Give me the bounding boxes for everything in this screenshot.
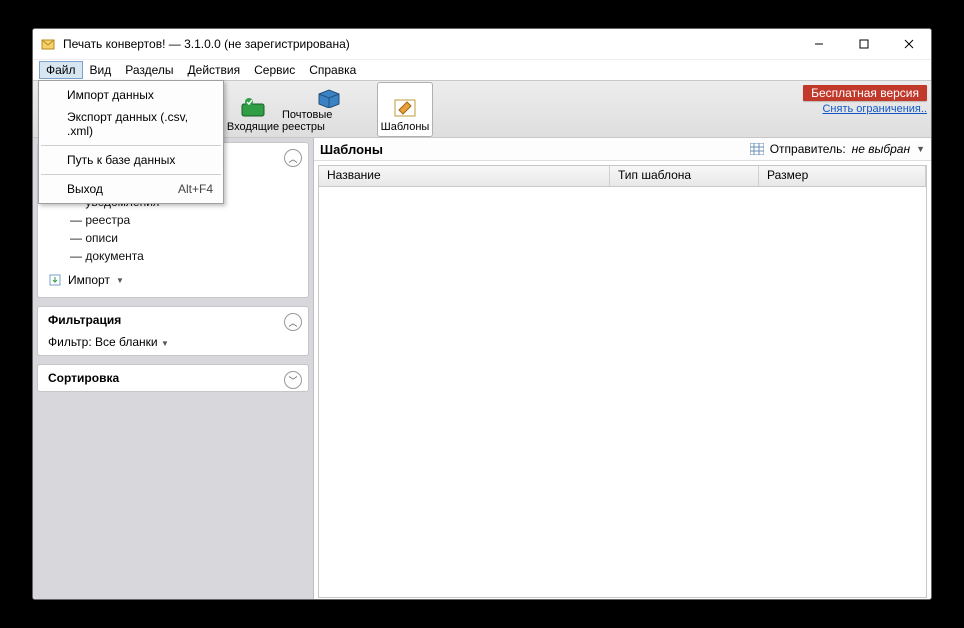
free-version-banner: Бесплатная версия Снять ограничения.. — [803, 85, 927, 115]
filter-panel: Фильтрация ︿ Фильтр: Все бланки ▼ — [37, 306, 309, 356]
minimize-button[interactable] — [796, 29, 841, 59]
menu-exit[interactable]: Выход Alt+F4 — [39, 178, 223, 200]
inbox-icon — [239, 95, 267, 121]
chevron-down-icon: ▼ — [916, 144, 925, 154]
menu-help[interactable]: Справка — [302, 61, 363, 79]
menu-view[interactable]: Вид — [83, 61, 119, 79]
sort-panel-title: Сортировка — [48, 371, 298, 385]
free-version-badge: Бесплатная версия — [803, 85, 927, 101]
menu-export-data[interactable]: Экспорт данных (.csv, .xml) — [39, 106, 223, 142]
column-name[interactable]: Название — [319, 166, 610, 186]
menu-import-data[interactable]: Импорт данных — [39, 84, 223, 106]
filter-panel-title: Фильтрация — [48, 313, 298, 327]
chevron-down-icon: ▼ — [116, 276, 124, 285]
menu-exit-label: Выход — [67, 182, 103, 196]
box-icon — [315, 83, 343, 109]
create-registry[interactable]: — реестра — [70, 211, 298, 229]
sidebar: ︿ Создать шаблон: — конверта — уведомлен… — [33, 138, 314, 600]
titlebar: Печать конвертов! — 3.1.0.0 (не зарегист… — [33, 29, 931, 59]
import-button[interactable]: Импорт ▼ — [48, 271, 298, 289]
table-header: Название Тип шаблона Размер — [318, 165, 927, 187]
create-document[interactable]: — документа — [70, 247, 298, 265]
create-inventory[interactable]: — описи — [70, 229, 298, 247]
filter-selector[interactable]: Фильтр: Все бланки ▼ — [48, 335, 298, 349]
window-title: Печать конвертов! — 3.1.0.0 (не зарегист… — [63, 37, 350, 51]
menubar: Файл Вид Разделы Действия Сервис Справка — [33, 59, 931, 80]
column-size[interactable]: Размер — [759, 166, 926, 186]
template-icon — [391, 95, 419, 121]
import-label: Импорт — [68, 273, 110, 287]
expand-icon[interactable]: ﹀ — [284, 371, 302, 389]
collapse-icon[interactable]: ︿ — [284, 313, 302, 331]
page-title: Шаблоны — [320, 142, 383, 157]
toolbar-incoming-label: Входящие — [227, 121, 279, 133]
app-icon — [41, 36, 57, 52]
menu-sections[interactable]: Разделы — [118, 61, 180, 79]
filter-value: Все бланки — [95, 335, 158, 349]
close-button[interactable] — [886, 29, 931, 59]
toolbar-registries[interactable]: Почтовые реестры — [281, 82, 377, 137]
sender-selector[interactable]: Отправитель: не выбран ▼ — [750, 142, 925, 156]
grid-icon — [750, 143, 764, 155]
remove-limits-link[interactable]: Снять ограничения.. — [803, 103, 927, 115]
toolbar-registries-label: Почтовые реестры — [282, 109, 376, 133]
sender-label: Отправитель: — [770, 142, 846, 156]
menu-service[interactable]: Сервис — [247, 61, 302, 79]
menu-file[interactable]: Файл — [39, 61, 83, 79]
chevron-down-icon: ▼ — [161, 339, 169, 348]
filter-label: Фильтр: — [48, 335, 92, 349]
table-body[interactable] — [318, 187, 927, 598]
maximize-button[interactable] — [841, 29, 886, 59]
sort-panel: Сортировка ﹀ — [37, 364, 309, 392]
menu-exit-shortcut: Alt+F4 — [178, 182, 213, 196]
toolbar-templates[interactable]: Шаблоны — [377, 82, 433, 137]
menu-actions[interactable]: Действия — [181, 61, 248, 79]
file-menu-dropdown: Импорт данных Экспорт данных (.csv, .xml… — [38, 80, 224, 204]
separator — [41, 174, 221, 175]
separator — [41, 145, 221, 146]
column-type[interactable]: Тип шаблона — [610, 166, 759, 186]
toolbar-incoming[interactable]: Входящие — [225, 82, 281, 137]
menu-db-path[interactable]: Путь к базе данных — [39, 149, 223, 171]
main-area: Шаблоны Отправитель: не выбран ▼ Названи… — [314, 138, 931, 600]
sender-value: не выбран — [852, 142, 910, 156]
import-icon — [48, 273, 62, 287]
collapse-icon[interactable]: ︿ — [284, 149, 302, 167]
toolbar-templates-label: Шаблоны — [381, 121, 430, 133]
